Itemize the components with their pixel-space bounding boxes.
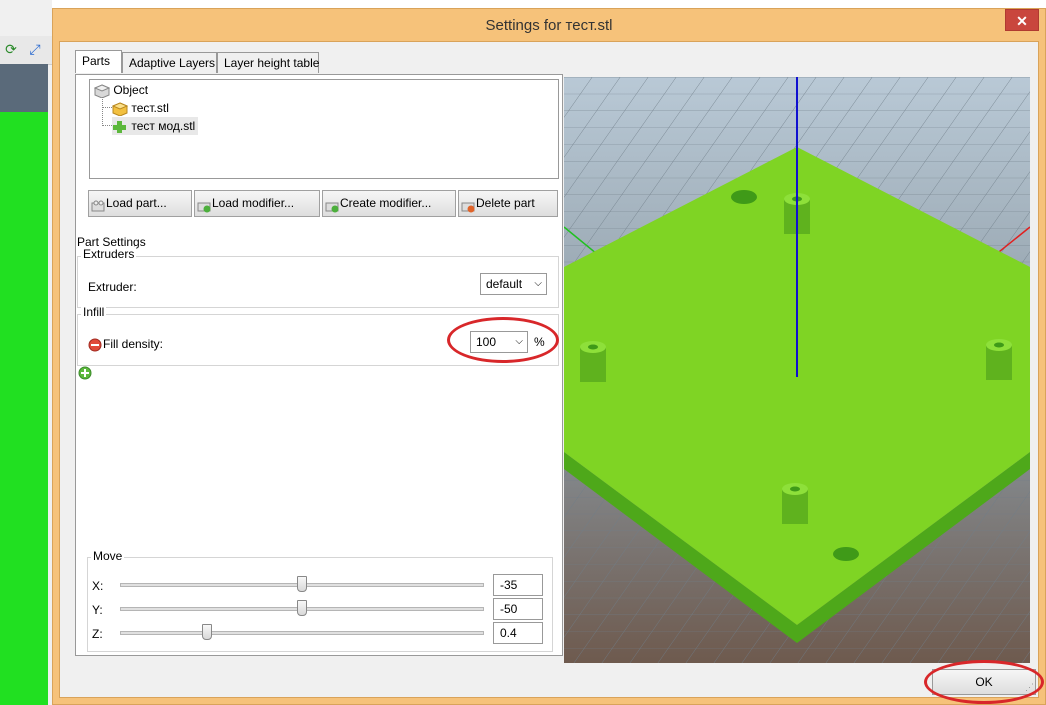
move-y-slider-thumb[interactable] <box>297 600 307 616</box>
background-app: ⟳ ⤢ <box>0 0 52 705</box>
create-modifier-label: Create modifier... <box>340 196 432 210</box>
title-bar: Settings for тест.stl ✕ <box>53 9 1045 41</box>
load-modifier-label: Load modifier... <box>212 196 295 210</box>
parts-panel: Object тест.stl тест мод.stl Load part..… <box>75 74 563 656</box>
extruders-title: Extruders <box>81 247 137 261</box>
tree-connector <box>102 125 112 126</box>
move-y-label: Y: <box>92 603 103 617</box>
tree-item-label: тест.stl <box>131 101 169 115</box>
move-z-slider-track[interactable] <box>120 631 484 635</box>
model-peg <box>986 339 1012 380</box>
add-setting-icon[interactable] <box>78 366 92 380</box>
fill-density-label: Fill density: <box>103 337 164 351</box>
tab-adaptive-layers[interactable]: Adaptive Layers <box>122 52 217 73</box>
create-modifier-button[interactable]: Create modifier... <box>322 190 456 217</box>
settings-dialog: Settings for тест.stl ✕ Parts Adaptive L… <box>52 8 1046 705</box>
rotate-icon[interactable]: ⟳ <box>2 40 20 58</box>
fill-density-row: Fill density: <box>88 337 163 352</box>
move-z-label: Z: <box>92 627 103 641</box>
delete-part-label: Delete part <box>476 196 535 210</box>
move-x-slider-thumb[interactable] <box>297 576 307 592</box>
highlight-ring-fill-density <box>447 317 559 363</box>
move-z-slider-thumb[interactable] <box>202 624 213 640</box>
brick-add-icon <box>325 197 339 213</box>
model-peg <box>782 483 808 524</box>
chevron-down-icon: ⌵ <box>534 278 542 289</box>
object-icon <box>93 84 111 99</box>
parts-tree[interactable]: Object тест.stl тест мод.stl <box>89 79 559 179</box>
close-button[interactable]: ✕ <box>1005 9 1039 31</box>
move-z-input[interactable]: 0.4 <box>493 622 543 644</box>
tree-item-modifier[interactable]: тест мод.stl <box>112 117 199 135</box>
extruder-select-value: default <box>486 277 523 291</box>
tree-item-label: Object <box>113 83 149 97</box>
load-part-button[interactable]: Load part... <box>88 190 192 217</box>
model-hole <box>731 190 757 204</box>
tab-layer-height-table[interactable]: Layer height table <box>217 52 319 73</box>
move-group <box>87 557 553 652</box>
tab-parts[interactable]: Parts <box>75 50 122 73</box>
move-title: Move <box>91 549 125 563</box>
dialog-client-area: Parts Adaptive Layers Layer height table… <box>59 41 1044 704</box>
tree-item-part[interactable]: тест.stl <box>111 99 169 117</box>
part-icon <box>111 102 129 117</box>
model-hole <box>833 547 859 561</box>
scale-icon[interactable]: ⤢ <box>26 40 44 58</box>
background-viewport-model <box>0 112 48 705</box>
3d-scene <box>564 77 1030 663</box>
brick-delete-icon <box>461 197 475 213</box>
tree-item-label: тест мод.stl <box>131 119 196 133</box>
brick-icon <box>91 197 105 212</box>
load-modifier-button[interactable]: Load modifier... <box>194 190 320 217</box>
delete-part-button[interactable]: Delete part <box>458 190 558 217</box>
load-part-label: Load part... <box>106 196 167 210</box>
extruder-label: Extruder: <box>88 280 137 294</box>
dialog-title: Settings for тест.stl <box>485 17 613 34</box>
remove-setting-icon[interactable] <box>88 338 102 352</box>
model-peg <box>580 341 606 382</box>
3d-preview[interactable] <box>564 77 1030 663</box>
extruder-select[interactable]: default ⌵ <box>480 273 547 295</box>
background-viewport-top <box>0 64 48 112</box>
brick-add-icon <box>197 197 211 213</box>
move-x-label: X: <box>92 579 104 593</box>
tree-connector <box>102 107 112 108</box>
resize-grip-icon[interactable]: ⋰ <box>1025 682 1034 693</box>
infill-title: Infill <box>81 305 107 319</box>
move-y-input[interactable]: -50 <box>493 598 543 620</box>
move-x-input[interactable]: -35 <box>493 574 543 596</box>
tree-connector <box>102 97 103 124</box>
modifier-icon <box>113 120 126 133</box>
